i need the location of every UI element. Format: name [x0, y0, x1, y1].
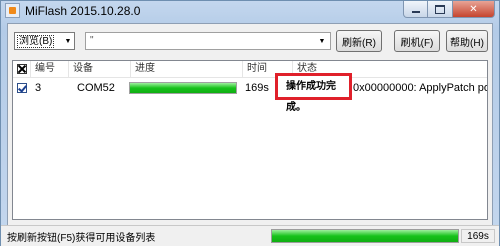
column-header-progress[interactable]: 进度	[131, 61, 243, 77]
device-list[interactable]: 编号 设备 进度 时间 状态 3 COM52 169s 操作成功完成。 0x00…	[12, 60, 488, 220]
close-icon: ✕	[469, 3, 478, 15]
toolbar: 浏览(B) ▼ " ▼ 刷新(R) 刷机(F) 帮助(H)	[8, 24, 492, 56]
status-bar: 按刷新按钮(F5)获得可用设备列表 169s	[1, 225, 499, 246]
row-device: COM52	[77, 82, 115, 94]
status-progress-bar	[271, 229, 459, 243]
select-all-checkbox[interactable]	[17, 64, 27, 74]
header-select-all[interactable]	[13, 61, 31, 77]
window-title: MiFlash 2015.10.28.0	[25, 4, 141, 18]
chevron-down-icon[interactable]: ▼	[316, 34, 328, 48]
miflash-window: MiFlash 2015.10.28.0 ✕ 浏览(B) ▼ " ▼ 刷新(R)	[0, 0, 500, 246]
minimize-button[interactable]	[403, 1, 428, 18]
flash-button[interactable]: 刷机(F)	[394, 30, 440, 52]
maximize-icon	[435, 4, 445, 14]
row-progress-fill	[130, 83, 236, 93]
row-time: 169s	[245, 82, 269, 94]
list-header: 编号 设备 进度 时间 状态	[13, 61, 487, 78]
row-progress-bar	[129, 82, 237, 94]
minimize-icon	[411, 11, 420, 13]
app-icon	[5, 3, 20, 18]
column-header-device[interactable]: 设备	[69, 61, 131, 77]
client-area: 浏览(B) ▼ " ▼ 刷新(R) 刷机(F) 帮助(H) 编号 设备 进度 时…	[7, 23, 493, 226]
column-header-id[interactable]: 编号	[31, 61, 69, 77]
status-time: 169s	[461, 229, 495, 243]
path-value: "	[90, 35, 94, 46]
row-detail: 0x00000000: ApplyPatch position	[353, 82, 487, 94]
row-checkbox[interactable]	[17, 83, 27, 93]
status-progress-fill	[272, 230, 458, 242]
row-id: 3	[35, 82, 42, 94]
path-combobox[interactable]: " ▼	[85, 32, 331, 50]
help-button[interactable]: 帮助(H)	[446, 30, 488, 52]
status-text: 按刷新按钮(F5)获得可用设备列表	[7, 233, 156, 244]
browse-label: 浏览(B)	[17, 35, 55, 48]
maximize-button[interactable]	[428, 1, 453, 18]
refresh-button[interactable]: 刷新(R)	[336, 30, 382, 52]
chevron-down-icon: ▼	[64, 37, 72, 45]
title-bar: MiFlash 2015.10.28.0 ✕	[1, 1, 499, 21]
window-controls: ✕	[403, 1, 495, 19]
browse-dropdown[interactable]: 浏览(B) ▼	[14, 32, 75, 50]
table-row[interactable]: 3 COM52 169s 操作成功完成。 0x00000000: ApplyPa…	[13, 73, 487, 113]
close-button[interactable]: ✕	[453, 1, 495, 18]
row-status: 操作成功完成。	[275, 73, 352, 113]
